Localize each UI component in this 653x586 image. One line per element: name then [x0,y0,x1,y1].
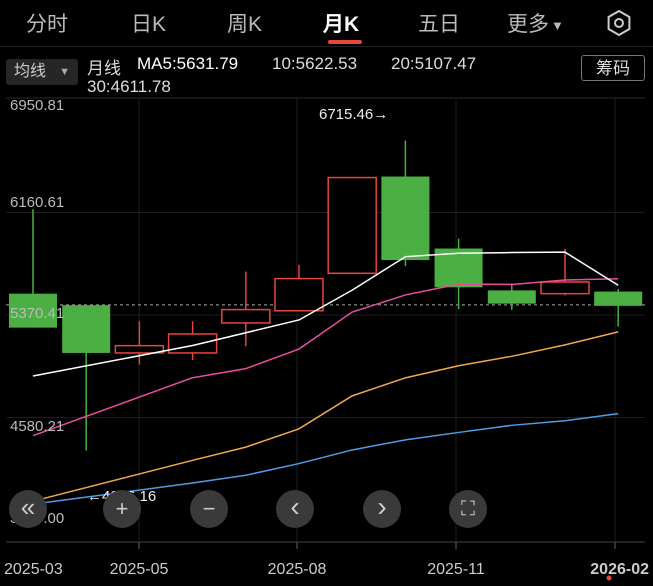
candle-body-up [540,281,590,295]
candle-body-down [594,291,643,306]
ma-lines [32,251,619,505]
candle-body-up [221,308,271,324]
y-tick-label: 6950.81 [10,97,64,114]
candle-body-down [487,290,536,304]
candle-body-up [167,333,218,354]
x-tick-label: 2025-03 [4,561,63,578]
candle-body-down [381,176,430,261]
scroll-right-button[interactable]: › [363,490,401,528]
high-price-label: 6715.46→ [319,106,388,123]
zoom-out-button[interactable]: − [190,490,228,528]
y-tick-label: 4580.21 [10,418,64,435]
fullscreen-button[interactable]: ⛶ [449,490,487,528]
x-tick-label: 2025-11 [427,561,485,578]
x-tick-label: 2026-02 [590,561,649,578]
ma20-line [32,331,619,502]
x-tick-label: 2025-05 [110,561,169,578]
candles [9,140,643,451]
candle-body-down [62,305,111,353]
scroll-left-button[interactable]: ‹ [276,490,314,528]
zoom-in-button[interactable]: + [103,490,141,528]
y-tick-label: 6160.61 [10,194,64,211]
y-tick-label: 5370.41 [10,305,64,322]
candle-body-up [327,176,377,275]
candle-body-up [274,277,324,312]
current-period-marker [606,575,612,581]
scroll-to-start-button[interactable]: « [9,490,47,528]
kline-chart[interactable]: 6950.816160.615370.414580.213790.002025-… [0,0,653,586]
ma5-line [32,251,619,377]
x-tick-label: 2025-08 [268,561,327,578]
